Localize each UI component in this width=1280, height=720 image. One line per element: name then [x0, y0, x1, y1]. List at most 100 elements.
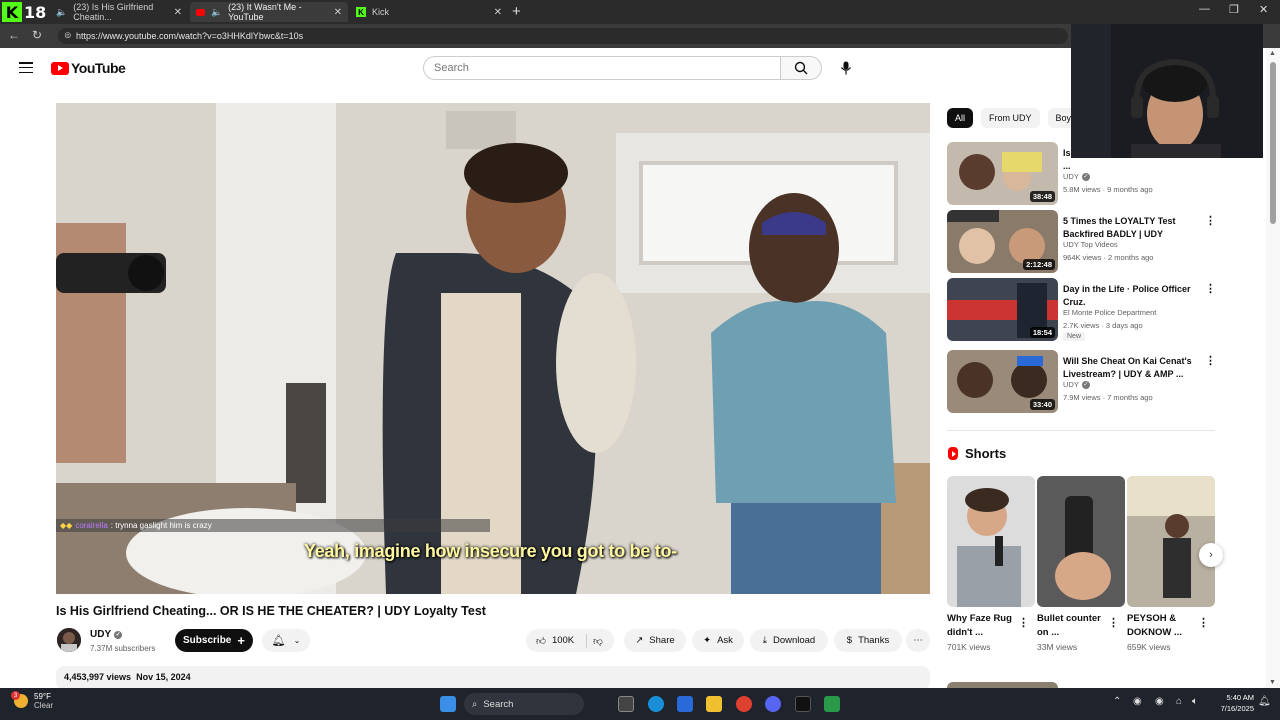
weather-temperature: 59°F — [34, 692, 51, 701]
discord-icon[interactable] — [765, 696, 781, 712]
menu-icon[interactable] — [19, 62, 33, 73]
notification-bell-button[interactable]: 🔔︎ ⌄ — [262, 629, 310, 652]
tab-girlfriend-cheating[interactable]: 🔈 (23) Is His Girlfriend Cheatin... ✕ — [50, 2, 188, 22]
short-thumbnail[interactable] — [1037, 476, 1125, 607]
tab-kick[interactable]: K Kick ✕ — [350, 2, 508, 22]
video-player[interactable]: ◆◆ coralrella : trynna gaslight him is c… — [56, 103, 930, 594]
search-button[interactable] — [781, 56, 822, 80]
file-explorer-icon[interactable] — [706, 696, 722, 712]
weather-badge: 3 — [11, 691, 20, 700]
more-actions-button[interactable]: ⋯ — [906, 629, 930, 652]
short-item[interactable]: PEYSOH & DOKNOW ... 659K views ⋮ — [1127, 476, 1215, 652]
more-vertical-icon[interactable]: ⋮ — [1018, 616, 1029, 629]
tray-app-icon[interactable]: ◉ — [1133, 696, 1142, 707]
scrollbar-thumb[interactable] — [1270, 62, 1276, 224]
video-duration: 33:40 — [1029, 399, 1055, 410]
thanks-button[interactable]: $ Thanks — [834, 629, 902, 652]
voice-search-button[interactable] — [834, 56, 858, 80]
close-window-icon[interactable]: ✕ — [1259, 3, 1268, 16]
scroll-up-icon[interactable]: ▲ — [1269, 50, 1276, 57]
chip-from-udy[interactable]: From UDY — [981, 108, 1040, 128]
shorts-next-button[interactable]: › — [1199, 543, 1223, 567]
like-button[interactable]: 👍︎ 100K 👎︎ — [526, 629, 614, 652]
tray-app-icon[interactable]: ◉ — [1155, 696, 1164, 707]
channel-name: UDY ✓ — [1063, 380, 1090, 389]
chrome-icon[interactable] — [736, 696, 752, 712]
scroll-down-icon[interactable]: ▼ — [1269, 679, 1276, 686]
video-thumbnail[interactable]: 18:54 — [947, 278, 1058, 341]
tab-it-wasnt-me[interactable]: 🔈 (23) It Wasn't Me - YouTube ✕ — [190, 2, 348, 22]
ask-button[interactable]: ✦ Ask — [692, 629, 744, 652]
short-item[interactable]: Why Faze Rug didn't ... 701K views ⋮ — [947, 476, 1035, 652]
short-thumbnail[interactable] — [947, 476, 1035, 607]
short-title: Bullet counter on ... — [1037, 613, 1101, 638]
video-caption: Yeah, imagine how insecure you got to be… — [304, 541, 677, 561]
kick-app-icon[interactable] — [824, 696, 840, 712]
video-duration: 18:54 — [1029, 327, 1055, 338]
bell-icon: 🔔︎ — [271, 635, 286, 647]
more-vertical-icon[interactable]: ⋮ — [1205, 214, 1216, 227]
close-icon[interactable]: ✕ — [174, 7, 182, 18]
channel-name[interactable]: UDY ✓ — [90, 629, 123, 640]
stream-chat-overlay: ◆◆ coralrella : trynna gaslight him is c… — [56, 519, 490, 532]
new-tab-icon[interactable]: + — [512, 3, 521, 20]
channel-name-text: UDY — [90, 629, 112, 640]
video-thumbnail[interactable]: 33:40 — [947, 350, 1058, 413]
more-vertical-icon[interactable]: ⋮ — [1108, 616, 1119, 629]
edge-browser-icon[interactable] — [648, 696, 664, 712]
restore-icon[interactable]: ❐ — [1229, 3, 1239, 16]
page-scrollbar[interactable]: ▲ ▼ — [1266, 48, 1280, 688]
thumbs-down-icon[interactable]: 👎︎ — [593, 635, 603, 647]
close-icon[interactable]: ✕ — [494, 7, 502, 18]
short-item[interactable]: Bullet counter on ... 33M views ⋮ — [1037, 476, 1125, 652]
channel-avatar[interactable] — [57, 628, 81, 652]
task-view-icon[interactable] — [618, 696, 634, 712]
windows-start-icon[interactable] — [440, 696, 456, 712]
close-icon[interactable]: ✕ — [334, 7, 342, 18]
share-button[interactable]: ↗ Share — [624, 629, 686, 652]
url-field[interactable]: ⊜ https://www.youtube.com/watch?v=o3HHKd… — [58, 28, 1068, 44]
short-thumbnail[interactable] — [1127, 476, 1215, 607]
more-vertical-icon[interactable]: ⋮ — [1205, 282, 1216, 295]
notification-bell-icon[interactable]: 🔔︎ — [1258, 696, 1271, 707]
chat-username: coralrella — [75, 521, 108, 530]
thumbs-up-icon: 👍︎ — [536, 635, 546, 647]
youtube-logo[interactable]: YouTube — [51, 60, 126, 76]
taskbar-search[interactable]: ⌕ Search — [464, 693, 584, 715]
video-thumbnail[interactable]: 2:12:48 — [947, 210, 1058, 273]
subscriber-count: 7.37M subscribers — [90, 644, 156, 653]
streamer-webcam-overlay — [1071, 24, 1263, 158]
network-icon[interactable]: ⌂ — [1176, 696, 1182, 707]
short-title: PEYSOH & DOKNOW ... — [1127, 613, 1182, 638]
more-vertical-icon[interactable]: ⋮ — [1205, 354, 1216, 367]
recommendation-item[interactable]: 2:12:48 5 Times the LOYALTY Test Backfir… — [947, 210, 1219, 274]
verified-icon: ✓ — [114, 630, 123, 639]
chip-all[interactable]: All — [947, 108, 974, 128]
system-clock[interactable]: 5:40 AM 7/16/2025 — [1198, 692, 1254, 714]
url-text: https://www.youtube.com/watch?v=o3HHKdlY… — [76, 31, 304, 41]
obs-app-icon[interactable] — [795, 696, 811, 712]
store-icon[interactable] — [677, 696, 693, 712]
weather-widget[interactable]: 3 59°F Clear — [11, 691, 53, 710]
video-description-box[interactable]: 4,453,997 views Nov 15, 2024 — [56, 666, 930, 690]
short-title: Why Faze Rug didn't ... — [947, 613, 1012, 638]
more-vertical-icon[interactable]: ⋮ — [1198, 616, 1209, 629]
site-info-icon[interactable]: ⊜ — [64, 30, 72, 41]
minimize-icon[interactable]: — — [1199, 3, 1210, 15]
download-button[interactable]: ⤓ Download — [750, 629, 828, 652]
tray-chevron-icon[interactable]: ⌃ — [1113, 696, 1121, 707]
reload-icon[interactable]: ↻ — [32, 28, 42, 42]
search-input[interactable]: Search — [423, 56, 781, 80]
recommendation-item[interactable]: 33:40 Will She Cheat On Kai Cenat's Live… — [947, 350, 1219, 414]
back-icon[interactable]: ← — [8, 28, 20, 42]
recommendation-item[interactable]: 18:54 Day in the Life · Police Officer C… — [947, 278, 1219, 342]
tab-label: (23) It Wasn't Me - YouTube — [228, 2, 302, 22]
video-meta: 7.9M views · 7 months ago — [1063, 393, 1153, 402]
ask-label: Ask — [717, 635, 733, 646]
subscribe-button[interactable]: Subscribe + — [175, 629, 253, 652]
kick-logo-icon: K — [2, 2, 22, 22]
youtube-favicon-icon — [196, 8, 205, 16]
chevron-down-icon: ⌄ — [293, 636, 301, 645]
section-divider — [947, 430, 1215, 431]
video-thumbnail[interactable]: 38:48 — [947, 142, 1058, 205]
